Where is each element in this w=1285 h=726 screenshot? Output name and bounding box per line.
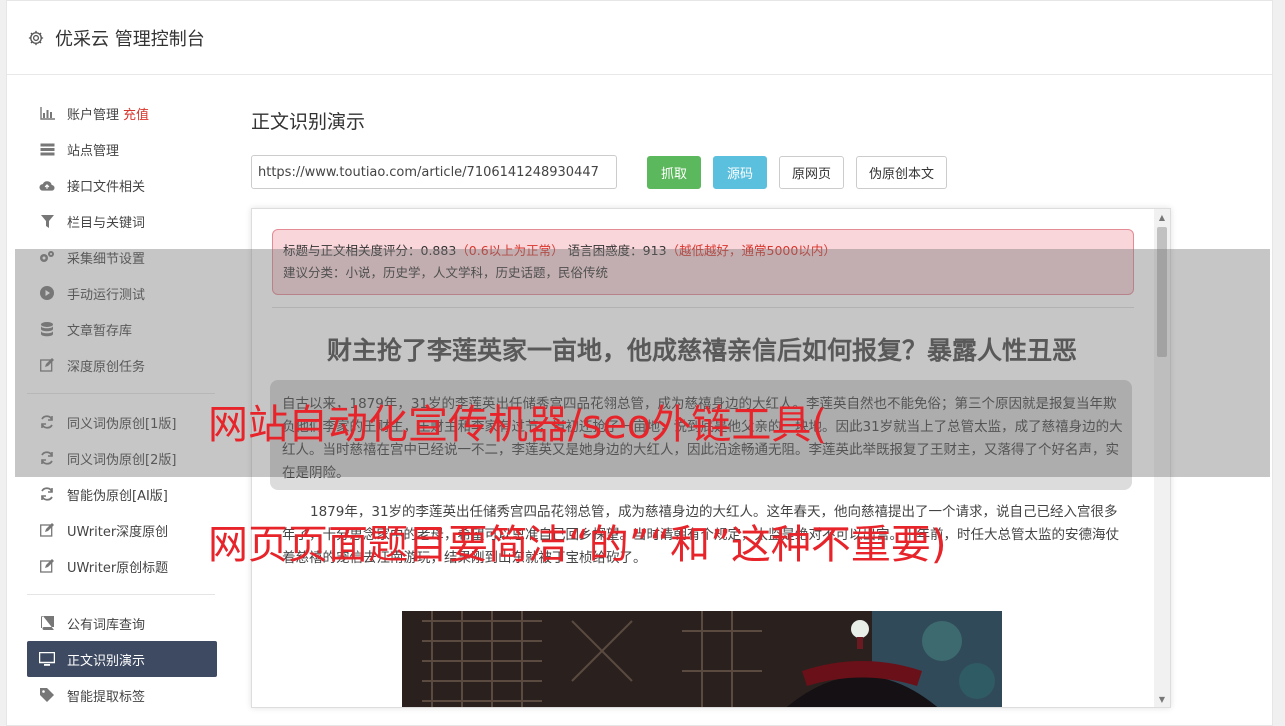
url-input[interactable] — [251, 155, 617, 189]
recharge-badge[interactable]: 充值 — [123, 104, 149, 123]
sidebar-item-label: 智能伪原创[AI版] — [67, 488, 168, 504]
fetch-button[interactable]: 抓取 — [647, 155, 701, 189]
source-button[interactable]: 源码 — [713, 155, 767, 189]
scroll-down-arrow-icon[interactable]: ▼ — [1154, 691, 1170, 707]
watermark-text: 网站自动化宣传机器/seo外链工具( — [208, 402, 828, 448]
rewrite-article-button[interactable]: 伪原创本文 — [856, 155, 948, 189]
bar-chart-icon — [39, 105, 55, 121]
refresh-icon — [39, 486, 55, 502]
original-page-button[interactable]: 原网页 — [779, 155, 845, 189]
watermark-text: 网页页面题目要简洁“的”“和”这种不重要) — [208, 522, 947, 568]
sidebar-item-label: 账户管理 — [67, 107, 120, 123]
sidebar-item-label: 站点管理 — [67, 143, 120, 159]
edit-icon — [39, 558, 55, 574]
sidebar-item-smart-tags[interactable]: 智能提取标签 — [27, 677, 217, 713]
sidebar-item-interface-files[interactable]: 接口文件相关 — [27, 167, 217, 203]
edit-icon — [39, 522, 55, 538]
sidebar-item-uwriter-title[interactable]: UWriter原创标题 — [27, 548, 217, 584]
sidebar-item-public-lexicon[interactable]: 公有词库查询 — [27, 605, 217, 641]
sidebar-divider — [27, 594, 215, 595]
scroll-up-arrow-icon[interactable]: ▲ — [1154, 209, 1170, 225]
page-title: 正文识别演示 — [251, 111, 366, 133]
sidebar-item-label: 接口文件相关 — [67, 179, 146, 195]
filter-icon — [39, 213, 55, 229]
tag-icon — [39, 687, 55, 703]
app-title: 优采云 管理控制台 — [55, 28, 205, 50]
sidebar-item-account[interactable]: 账户管理 充值 — [27, 95, 217, 131]
sidebar-item-label: UWriter原创标题 — [67, 560, 169, 576]
article-image — [402, 611, 1002, 707]
sidebar-item-label: 正文识别演示 — [67, 653, 146, 669]
sidebar-item-columns-keywords[interactable]: 栏目与关键词 — [27, 203, 217, 239]
sidebar-item-label: UWriter深度原创 — [67, 524, 169, 540]
book-icon — [39, 615, 55, 631]
toolbar: 抓取 源码 原网页 伪原创本文 — [251, 155, 948, 189]
gear-icon — [28, 30, 44, 45]
header: 优采云 管理控制台 — [7, 1, 1272, 75]
sidebar-item-label: 公有词库查询 — [67, 617, 146, 633]
sidebar-item-uwriter-deep[interactable]: UWriter深度原创 — [27, 512, 217, 548]
monitor-icon — [39, 651, 55, 667]
sidebar-item-text-recognition[interactable]: 正文识别演示 — [27, 641, 217, 677]
sidebar-item-ai-rewrite[interactable]: 智能伪原创[AI版] — [27, 476, 217, 512]
sidebar-item-sites[interactable]: 站点管理 — [27, 131, 217, 167]
cloud-upload-icon — [39, 177, 55, 193]
sidebar-item-label: 智能提取标签 — [67, 689, 146, 705]
sidebar-item-label: 栏目与关键词 — [67, 215, 146, 231]
server-icon — [39, 141, 55, 157]
